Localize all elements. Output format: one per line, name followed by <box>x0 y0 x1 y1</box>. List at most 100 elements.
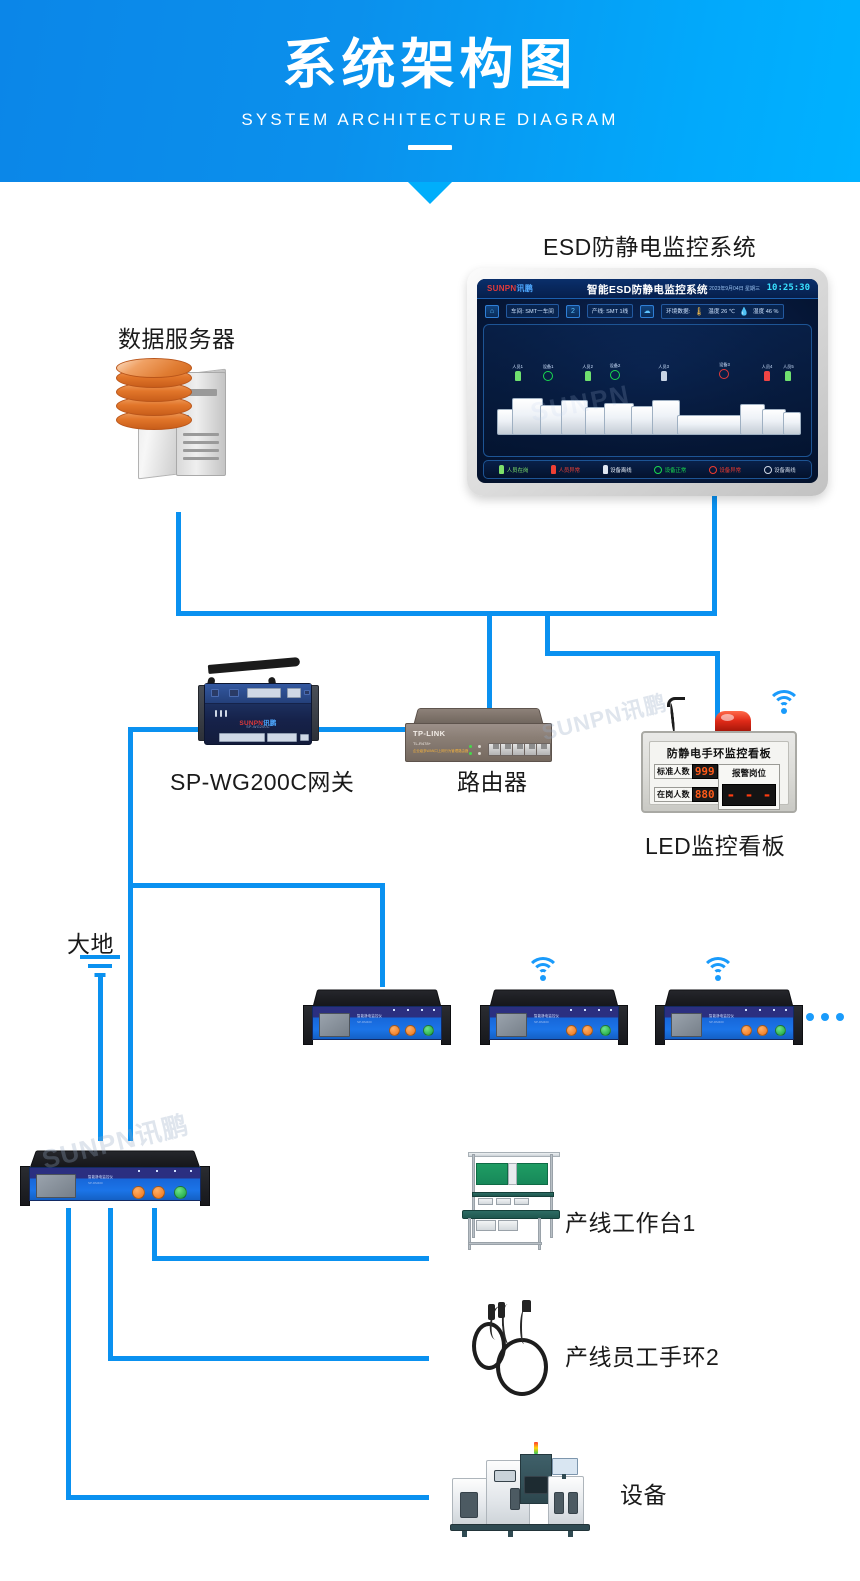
person-ok-icon <box>499 465 505 474</box>
link-bus-to-router <box>487 611 492 711</box>
router-label: 路由器 <box>457 769 528 795</box>
line-marker: 人员4 <box>762 364 772 381</box>
device-brand: 智能静电监控仪 <box>709 1014 735 1018</box>
line-marker: 设备3 <box>719 362 730 379</box>
alarm-post-panel: 报警岗位 - - - <box>718 764 780 810</box>
earth-ground-icon <box>78 955 122 981</box>
device-brand: 智能静电监控仪 <box>357 1014 383 1018</box>
screen-date: 2023年9月04日 星期三 <box>709 286 760 292</box>
line-marker: 人员5 <box>783 364 794 381</box>
router-subtitle: 企业级多WAN口上网行为管理路由器 <box>413 749 469 753</box>
led-row-present: 在岗人数 880 <box>654 787 718 802</box>
screen-legend: 人员在岗 人员异常 设备离线 设备正常 设备异常 设备离线 <box>483 460 812 479</box>
device-button[interactable] <box>152 1186 165 1199</box>
page-subtitle: SYSTEM ARCHITECTURE DIAGRAM <box>241 110 619 129</box>
led-monitor-board[interactable]: 防静电手环监控看板 标准人数 999 在岗人数 880 报警岗位 - - - <box>641 697 797 813</box>
router-body: TP-LINK TL-R478+ 企业级多WAN口上网行为管理路由器 <box>405 723 552 762</box>
gateway-top-panel <box>205 684 311 704</box>
alarm-beacon-icon <box>715 711 751 733</box>
wriststrap-label: 产线员工手环2 <box>565 1344 720 1370</box>
monitor-label: ESD防静电监控系统 <box>543 234 757 260</box>
production-line-graphic: 人员1 设备1 人员2 设备2 人员3 设备3 人员4 人员5 <box>497 362 802 436</box>
device-button[interactable] <box>405 1025 416 1036</box>
person-offline-icon <box>602 465 608 474</box>
device-model: SP-DM400 <box>709 1020 724 1024</box>
env-value: 环境数据: 🌡 温度 26 ℃ 💧 湿度 46 % <box>661 303 784 319</box>
link-equip-h <box>66 1495 429 1500</box>
device-button[interactable] <box>582 1025 593 1036</box>
esd-monitor-box-main[interactable]: 智能静电监控仪 SP-DM400 <box>20 1148 212 1210</box>
device-button[interactable] <box>775 1025 786 1036</box>
device-model: SP-DM400 <box>534 1020 549 1024</box>
more-devices-ellipsis <box>806 1013 844 1021</box>
humidity-value: 湿度 46 % <box>753 309 779 315</box>
legend-item: 设备正常 <box>654 465 686 474</box>
device-button[interactable] <box>174 1186 187 1199</box>
env-icon: ☁ <box>640 304 655 318</box>
link-strap-v <box>108 1208 113 1360</box>
esd-monitor-display[interactable]: SUNPN讯鹏 智能ESD防静电监控系统 2023年9月04日 星期三 10:2… <box>467 268 828 496</box>
wifi-icon <box>766 688 802 714</box>
workbench-label: 产线工作台1 <box>565 1210 696 1236</box>
smt-equipment <box>448 1440 596 1540</box>
device-ok-icon <box>654 465 663 474</box>
screen-line-view: 人员1 设备1 人员2 设备2 人员3 设备3 人员4 人员5 <box>483 324 812 457</box>
workshop-icon: ⌂ <box>485 304 499 318</box>
line-value: 产线: SMT 1线 <box>586 304 634 318</box>
trunk-left-upper <box>128 727 133 887</box>
line-icon: 2 <box>565 304 580 318</box>
production-workbench <box>462 1148 572 1253</box>
monitor-screen: SUNPN讯鹏 智能ESD防静电监控系统 2023年9月04日 星期三 10:2… <box>477 279 818 483</box>
present-count-value: 880 <box>694 788 715 801</box>
standard-count-value: 999 <box>694 765 715 778</box>
device-display <box>36 1174 76 1198</box>
led-board-title: 防静电手环监控看板 <box>666 748 772 760</box>
legend-item: 设备离线 <box>763 465 796 474</box>
line-marker: 设备2 <box>610 363 620 380</box>
link-bench-v <box>152 1208 157 1260</box>
gateway-model: SP-WG200C <box>246 725 270 729</box>
link-trunk-to-esdrow <box>128 883 385 888</box>
line-marker: 人员1 <box>512 364 523 381</box>
device-button[interactable] <box>566 1025 577 1036</box>
device-offline-icon <box>763 465 772 474</box>
device-button[interactable] <box>132 1186 145 1199</box>
screen-clock: 10:25:30 <box>766 283 810 293</box>
esd-wrist-strap <box>470 1300 565 1410</box>
router-brand: TP-LINK <box>413 729 446 738</box>
link-bench-h <box>152 1256 429 1261</box>
device-display <box>496 1013 527 1037</box>
link-ground-device <box>98 975 103 1141</box>
esd-monitor-box[interactable]: 智能静电监控仪 SP-DM400 <box>655 987 803 1047</box>
alarm-post-digits: - - - <box>722 784 776 806</box>
tp-link-router[interactable]: TP-LINK TL-R478+ 企业级多WAN口上网行为管理路由器 <box>405 706 552 764</box>
link-equip-v <box>66 1208 71 1499</box>
device-button[interactable] <box>389 1025 400 1036</box>
wifi-icon <box>525 955 561 981</box>
line-marker: 设备1 <box>543 364 553 381</box>
device-button[interactable] <box>757 1025 768 1036</box>
led-row-standard: 标准人数 999 <box>654 764 718 779</box>
sp-wg200c-gateway[interactable]: SUNPN讯鹏 SP-WG200C <box>196 655 321 750</box>
device-display <box>671 1013 702 1037</box>
link-strap-h <box>108 1356 429 1361</box>
database-icon <box>116 358 192 430</box>
legend-item: 设备离线 <box>602 465 632 474</box>
data-server <box>116 358 248 480</box>
led-board-panel: 防静电手环监控看板 标准人数 999 在岗人数 880 报警岗位 - - - <box>649 741 789 810</box>
link-monitor-to-bus <box>712 496 717 616</box>
device-display <box>319 1013 350 1037</box>
bus-horizontal-top <box>176 611 716 616</box>
device-model: SP-DM400 <box>88 1181 103 1185</box>
trunk-left-lower <box>128 883 133 1141</box>
esd-monitor-box[interactable]: 智能静电监控仪 SP-DM400 <box>480 987 628 1047</box>
device-alarm-icon <box>708 465 717 474</box>
device-button[interactable] <box>741 1025 752 1036</box>
esd-monitor-box[interactable]: 智能静电监控仪 SP-DM400 <box>303 987 451 1047</box>
device-button[interactable] <box>600 1025 611 1036</box>
equipment-label: 设备 <box>620 1482 667 1508</box>
legend-item: 设备异常 <box>708 465 741 474</box>
link-to-ledboard-h <box>545 651 720 656</box>
legend-item: 人员异常 <box>550 465 580 474</box>
device-button[interactable] <box>423 1025 434 1036</box>
